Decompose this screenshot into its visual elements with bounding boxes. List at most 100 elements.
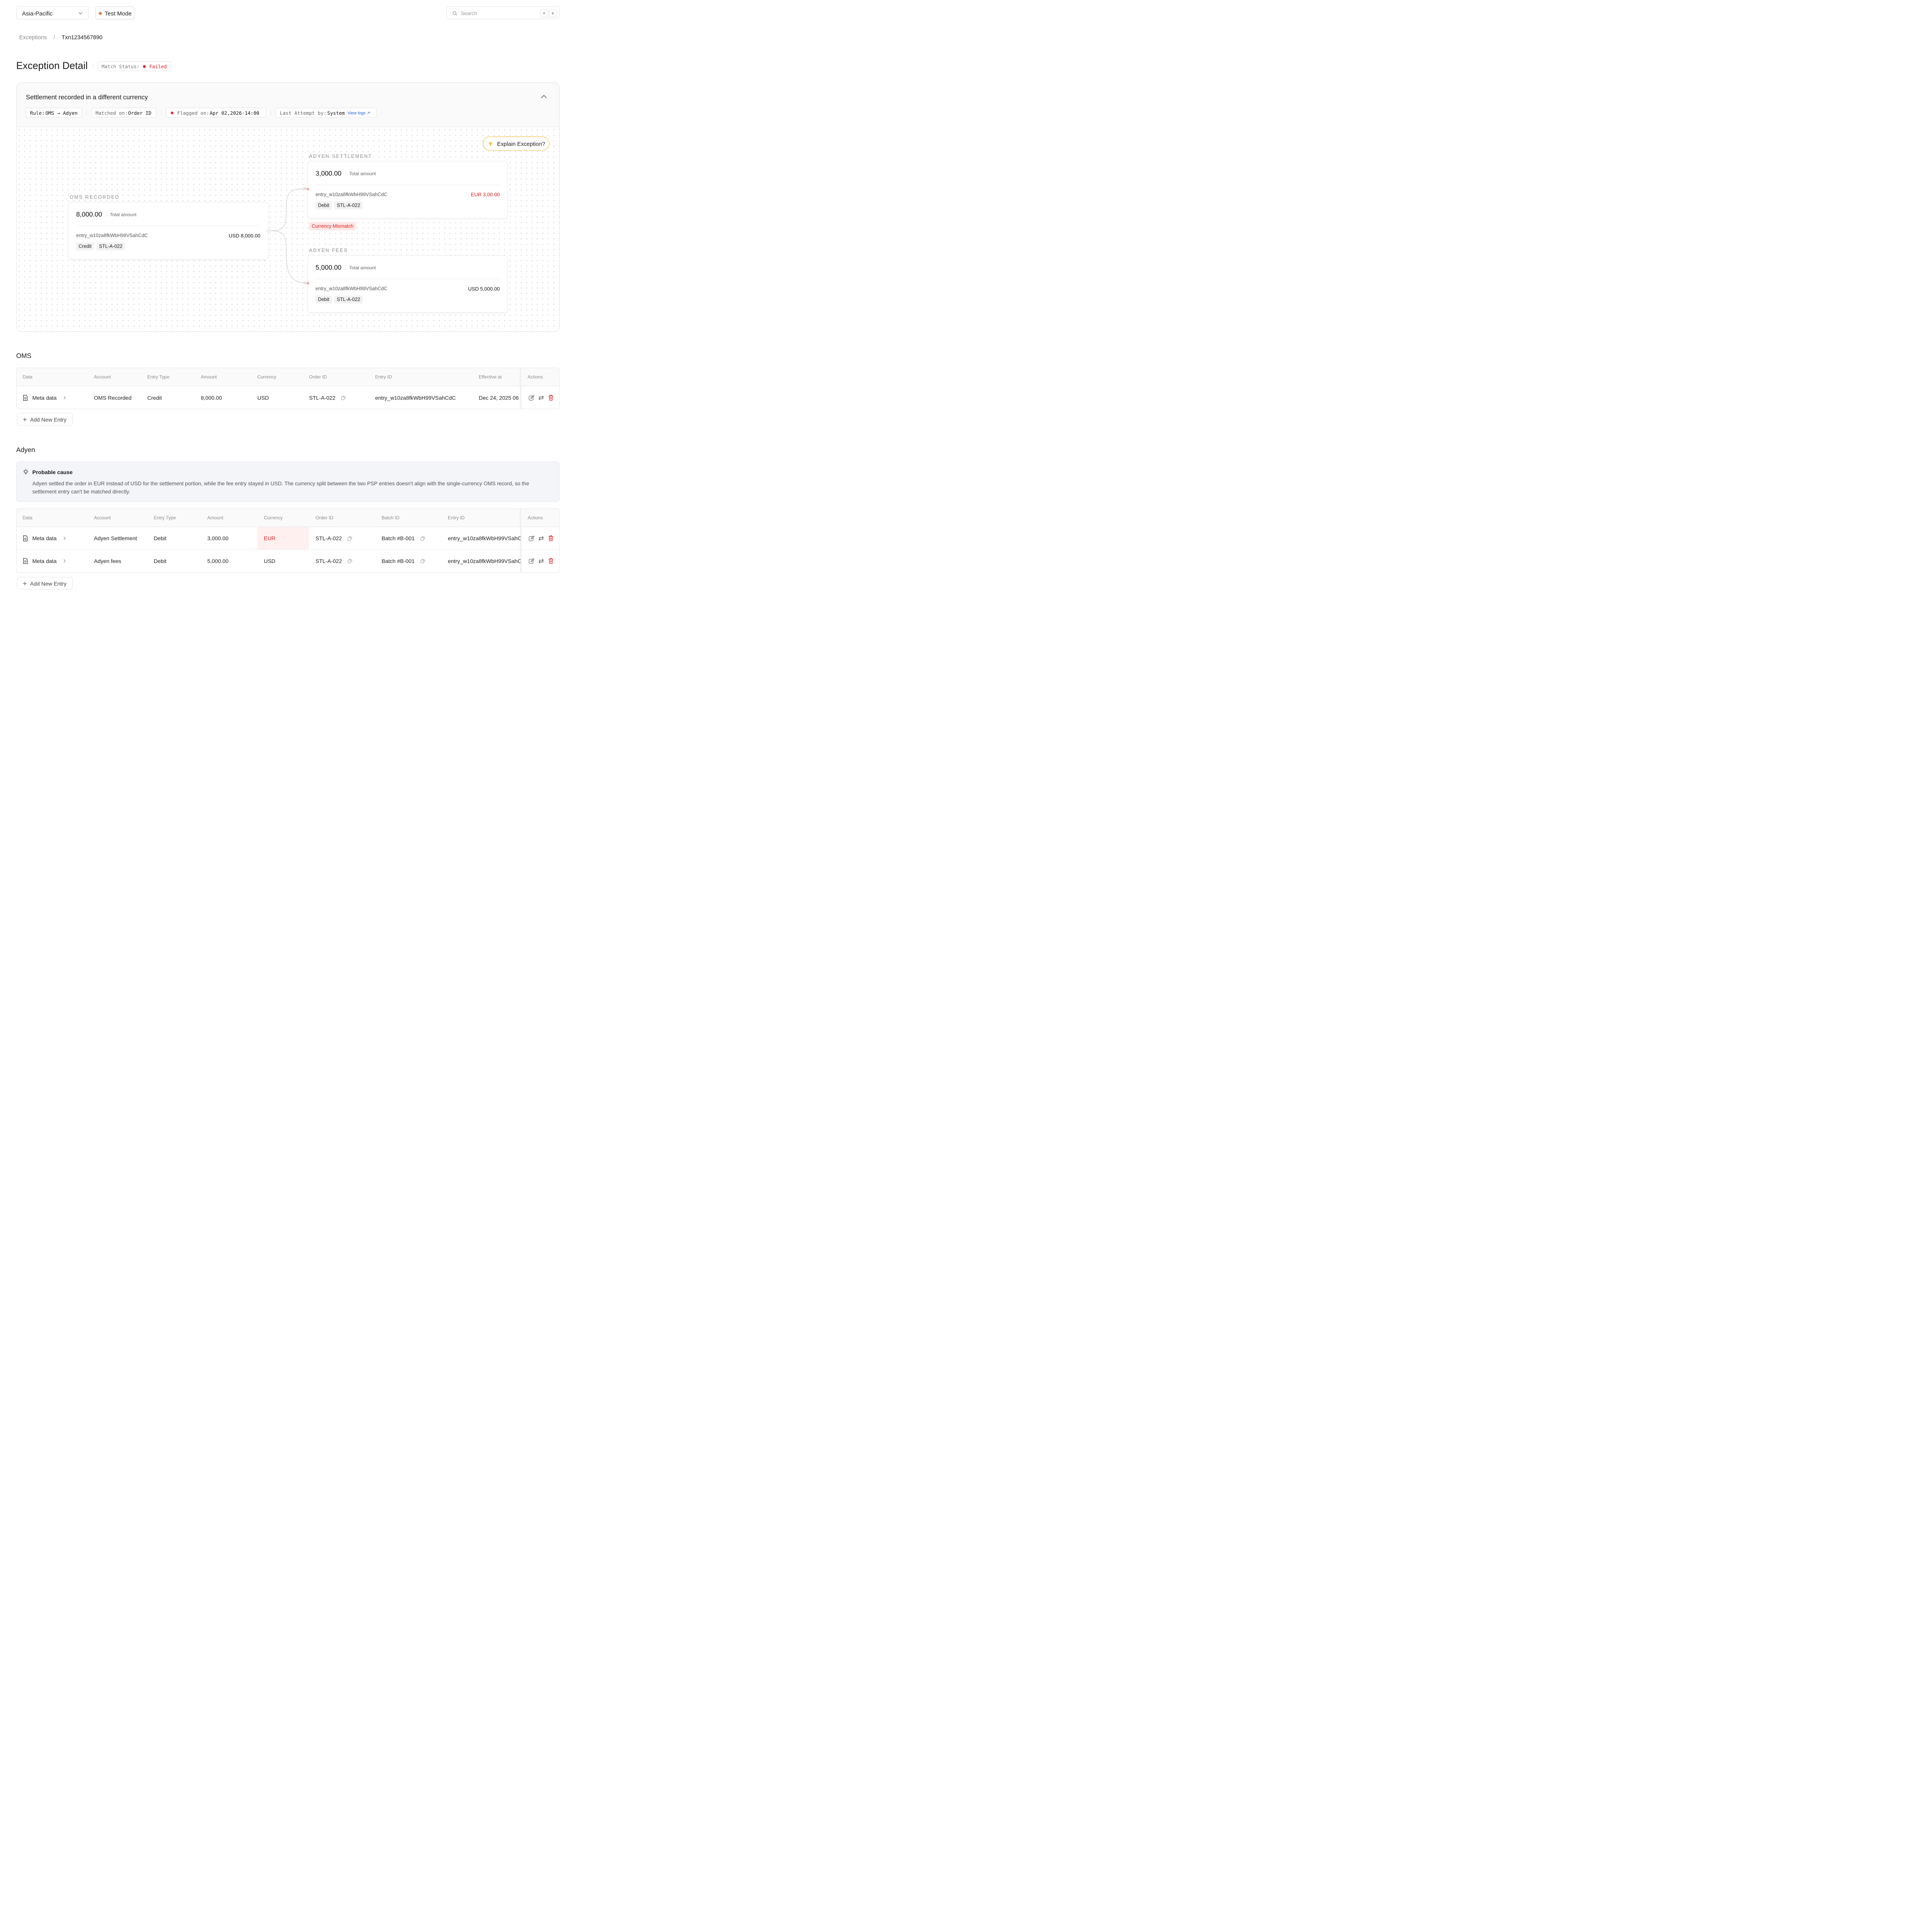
document-icon bbox=[23, 558, 28, 564]
copy-icon[interactable] bbox=[347, 559, 352, 564]
chip-separator bbox=[381, 111, 382, 115]
search-icon bbox=[452, 11, 457, 16]
col-batch-id: Batch ID bbox=[381, 515, 400, 520]
test-mode-label: Test Mode bbox=[104, 10, 132, 17]
oms-total: 8,000.00 bbox=[76, 211, 102, 218]
batch-id-cell: Batch #B-001 bbox=[381, 558, 415, 564]
lightbulb-icon bbox=[23, 469, 29, 474]
edit-icon[interactable] bbox=[529, 558, 535, 564]
chevron-right-icon[interactable] bbox=[63, 396, 66, 400]
edit-icon[interactable] bbox=[529, 395, 535, 401]
title-divider bbox=[92, 63, 93, 70]
collapse-icon[interactable] bbox=[541, 94, 547, 99]
batch-id-cell: Batch #B-001 bbox=[381, 535, 415, 542]
entry-id-cell: entry_w10za8fkWbH99VSahC bbox=[448, 535, 521, 542]
oms-amount: USD 8,000.00 bbox=[228, 233, 260, 239]
table-row[interactable]: Meta data Adyen Settlement Debit 3,000.0… bbox=[16, 527, 560, 550]
delete-icon[interactable] bbox=[548, 535, 554, 541]
rule-chip: Rule: OMS → Adyen bbox=[26, 107, 82, 118]
oms-section-title: OMS bbox=[16, 352, 32, 360]
adyen-section-title: Adyen bbox=[16, 446, 35, 454]
fees-amount: USD 5,000.00 bbox=[468, 286, 500, 292]
chip-separator bbox=[86, 111, 87, 115]
table-row[interactable]: Meta data OMS Recorded Credit 8,000.00 U… bbox=[17, 386, 560, 409]
col-account: Account bbox=[94, 374, 111, 380]
settlement-amount: EUR 3,00.00 bbox=[471, 192, 500, 198]
table-row[interactable]: Meta data Adyen fees Debit 5,000.00 USD … bbox=[17, 550, 560, 573]
chevron-right-icon[interactable] bbox=[63, 536, 66, 541]
amount-cell: 5,000.00 bbox=[207, 558, 229, 564]
copy-icon[interactable] bbox=[341, 395, 346, 400]
settlement-in-port-dot bbox=[307, 188, 309, 190]
flagged-value: Apr 02,2026·14:00 bbox=[209, 110, 260, 116]
meta-data-link[interactable]: Meta data bbox=[32, 395, 57, 401]
probable-cause-panel: Probable cause Adyen settled the order i… bbox=[16, 461, 560, 502]
chevron-right-icon[interactable] bbox=[63, 559, 66, 563]
oms-add-entry-button[interactable]: Add New Entry bbox=[17, 413, 73, 426]
delete-icon[interactable] bbox=[548, 558, 554, 564]
col-amount: Amount bbox=[207, 515, 223, 520]
search-input[interactable]: Search bbox=[461, 10, 477, 16]
region-select[interactable]: Asia-Pacific bbox=[16, 6, 89, 20]
settlement-type-tag: Debit bbox=[315, 201, 332, 209]
probable-cause-text: Adyen settled the order in EUR instead o… bbox=[32, 480, 529, 495]
account-cell: OMS Recorded bbox=[94, 395, 132, 401]
breadcrumb: Exceptions / Txn1234567890 bbox=[19, 34, 102, 41]
adyen-table: Data Account Entry Type Amount Currency … bbox=[16, 508, 560, 573]
settlement-total: 3,000.00 bbox=[315, 169, 342, 177]
entry-id-cell: entry_w10za8fkWbH99VSahC bbox=[448, 558, 521, 564]
breadcrumb-separator: / bbox=[53, 34, 55, 41]
settlement-ref-tag: STL-A-022 bbox=[334, 201, 363, 209]
match-status-label: Match Status: bbox=[101, 64, 140, 70]
col-data: Data bbox=[22, 515, 32, 520]
fees-ref-tag: STL-A-022 bbox=[334, 295, 363, 304]
oms-ref-tag: STL-A-022 bbox=[96, 242, 125, 251]
settlement-node[interactable]: 3,000.00 Total amount entry_w10za8fkWbH9… bbox=[306, 161, 508, 219]
fees-total-label: Total amount bbox=[349, 265, 376, 270]
copy-icon[interactable] bbox=[347, 536, 352, 541]
col-entry-id: Entry ID bbox=[448, 515, 465, 520]
currency-cell: USD bbox=[257, 395, 269, 401]
col-currency: Currency bbox=[257, 374, 276, 380]
chip-separator bbox=[270, 111, 271, 115]
currency-mismatch-badge: Currency Mismatch bbox=[309, 222, 356, 231]
copy-icon[interactable] bbox=[420, 536, 425, 541]
settlement-entry-id: entry_w10za8fkWbH99VSahCdC bbox=[315, 192, 388, 197]
col-order-id: Order ID bbox=[309, 374, 327, 380]
col-actions: Actions bbox=[527, 515, 543, 520]
col-actions: Actions bbox=[527, 374, 543, 380]
copy-icon[interactable] bbox=[420, 559, 425, 564]
oms-node[interactable]: 8,000.00 Total amount entry_w10za8fkWbH9… bbox=[68, 202, 270, 260]
delete-icon[interactable] bbox=[548, 395, 554, 401]
account-cell: Adyen Settlement bbox=[94, 535, 137, 542]
test-mode-dot bbox=[99, 12, 102, 15]
oms-type-tag: Credit bbox=[76, 242, 94, 251]
flag-dot bbox=[171, 112, 173, 114]
oms-out-port bbox=[267, 229, 270, 233]
edit-icon[interactable] bbox=[529, 535, 535, 541]
view-logs-link[interactable]: View logs ↗ bbox=[347, 111, 370, 116]
rule-value: OMS → Adyen bbox=[45, 110, 78, 116]
swap-icon[interactable] bbox=[538, 395, 544, 401]
add-entry-label: Add New Entry bbox=[30, 417, 67, 423]
meta-data-link[interactable]: Meta data bbox=[32, 558, 57, 564]
currency-cell: EUR bbox=[264, 535, 276, 542]
swap-icon[interactable] bbox=[538, 558, 544, 564]
region-select-label: Asia-Pacific bbox=[22, 10, 53, 17]
swap-icon[interactable] bbox=[538, 535, 544, 541]
col-entry-id: Entry ID bbox=[375, 374, 392, 380]
add-entry-label: Add New Entry bbox=[30, 580, 67, 587]
col-currency: Currency bbox=[264, 515, 283, 520]
meta-data-link[interactable]: Meta data bbox=[32, 535, 57, 542]
entry-type-cell: Debit bbox=[153, 535, 167, 542]
breadcrumb-parent[interactable]: Exceptions bbox=[19, 34, 47, 40]
plus-icon bbox=[23, 582, 27, 586]
page-title: Exception Detail bbox=[16, 60, 88, 71]
match-status-value: Failed bbox=[149, 64, 167, 70]
col-entry-type: Entry Type bbox=[147, 374, 170, 380]
search-box[interactable]: Search ⌘ K bbox=[446, 6, 560, 19]
fees-node[interactable]: 5,000.00 Total amount entry_w10za8fkWbH9… bbox=[306, 255, 508, 313]
attempt-label: Last Attempt by: bbox=[280, 110, 327, 116]
adyen-add-entry-button[interactable]: Add New Entry bbox=[17, 577, 73, 590]
test-mode-badge[interactable]: Test Mode bbox=[95, 6, 134, 20]
